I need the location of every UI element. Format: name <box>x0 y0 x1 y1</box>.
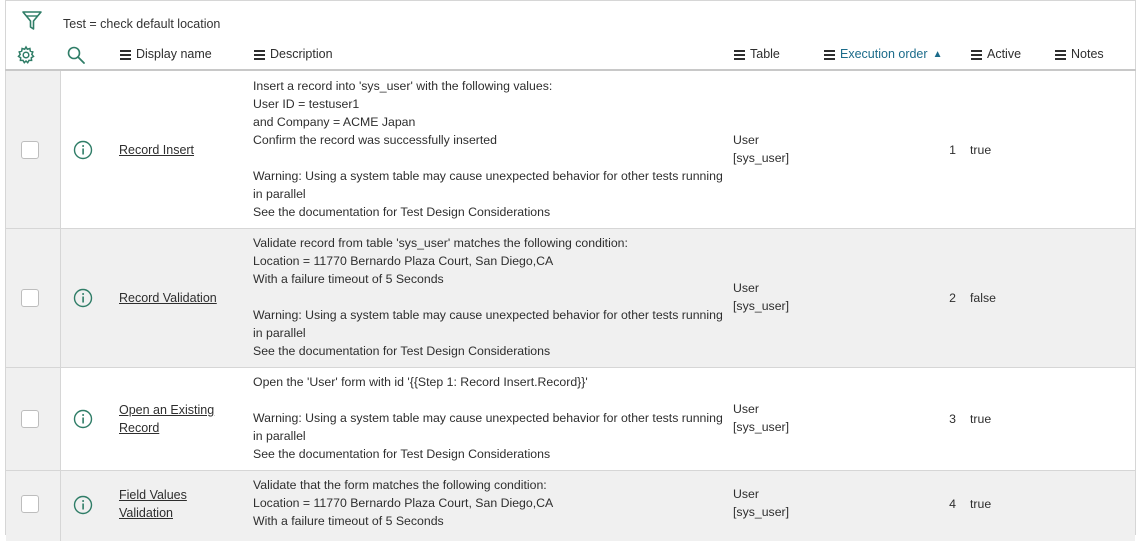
funnel-icon[interactable] <box>21 10 43 35</box>
column-header-notes[interactable]: Notes <box>1055 47 1104 61</box>
table-row: Open an Existing Record Open the 'User' … <box>6 368 1135 471</box>
table-cell: User [sys_user] <box>733 487 790 519</box>
active-cell: true <box>970 497 992 511</box>
table-row: Record Validation Validate record from t… <box>6 229 1135 368</box>
row-checkbox[interactable] <box>21 141 39 159</box>
filter-condition-text[interactable]: Test = check default location <box>63 17 220 31</box>
display-name-link[interactable]: Open an Existing Record <box>119 401 234 437</box>
info-icon[interactable] <box>73 495 93 515</box>
info-icon[interactable] <box>73 409 93 429</box>
row-checkbox[interactable] <box>21 289 39 307</box>
info-icon[interactable] <box>73 288 93 308</box>
active-cell: true <box>970 143 992 157</box>
row-checkbox[interactable] <box>21 410 39 428</box>
execution-order-cell: 1 <box>949 143 956 157</box>
list-header: Display name Description Table Execution… <box>5 38 1136 71</box>
execution-order-cell: 3 <box>949 412 956 426</box>
column-header-display-name[interactable]: Display name <box>120 47 212 61</box>
description-cell: Validate record from table 'sys_user' ma… <box>253 236 723 358</box>
filter-bar: Test = check default location <box>5 0 1136 39</box>
hamburger-menu-icon[interactable] <box>120 49 131 60</box>
table-cell: User [sys_user] <box>733 402 790 434</box>
active-cell: false <box>970 291 996 305</box>
search-icon[interactable] <box>66 45 86 65</box>
row-checkbox[interactable] <box>21 495 39 513</box>
execution-order-cell: 4 <box>949 497 956 511</box>
execution-order-cell: 2 <box>949 291 956 305</box>
active-cell: true <box>970 412 992 426</box>
column-header-table[interactable]: Table <box>734 47 780 61</box>
sort-ascending-icon[interactable]: ▲ <box>933 49 943 60</box>
display-name-link[interactable]: Record Validation <box>119 289 234 307</box>
description-cell: Open the 'User' form with id '{{Step 1: … <box>253 375 723 461</box>
hamburger-menu-icon[interactable] <box>824 49 835 60</box>
column-header-execution-order[interactable]: Execution order ▲ <box>824 47 942 61</box>
table-cell: User [sys_user] <box>733 133 790 165</box>
table-cell: User [sys_user] <box>733 281 790 313</box>
gear-icon[interactable] <box>16 45 36 65</box>
hamburger-menu-icon[interactable] <box>971 49 982 60</box>
table-row: Field Values Validation Validate that th… <box>6 471 1135 541</box>
hamburger-menu-icon[interactable] <box>734 49 745 60</box>
column-header-active[interactable]: Active <box>971 47 1021 61</box>
description-cell: Insert a record into 'sys_user' with the… <box>253 79 723 219</box>
hamburger-menu-icon[interactable] <box>1055 49 1066 60</box>
description-cell: Validate that the form matches the follo… <box>253 478 554 528</box>
info-icon[interactable] <box>73 140 93 160</box>
column-header-description[interactable]: Description <box>254 47 333 61</box>
hamburger-menu-icon[interactable] <box>254 49 265 60</box>
display-name-link[interactable]: Record Insert <box>119 141 234 159</box>
display-name-link[interactable]: Field Values Validation <box>119 486 234 522</box>
table-row: Record Insert Insert a record into 'sys_… <box>6 71 1135 229</box>
